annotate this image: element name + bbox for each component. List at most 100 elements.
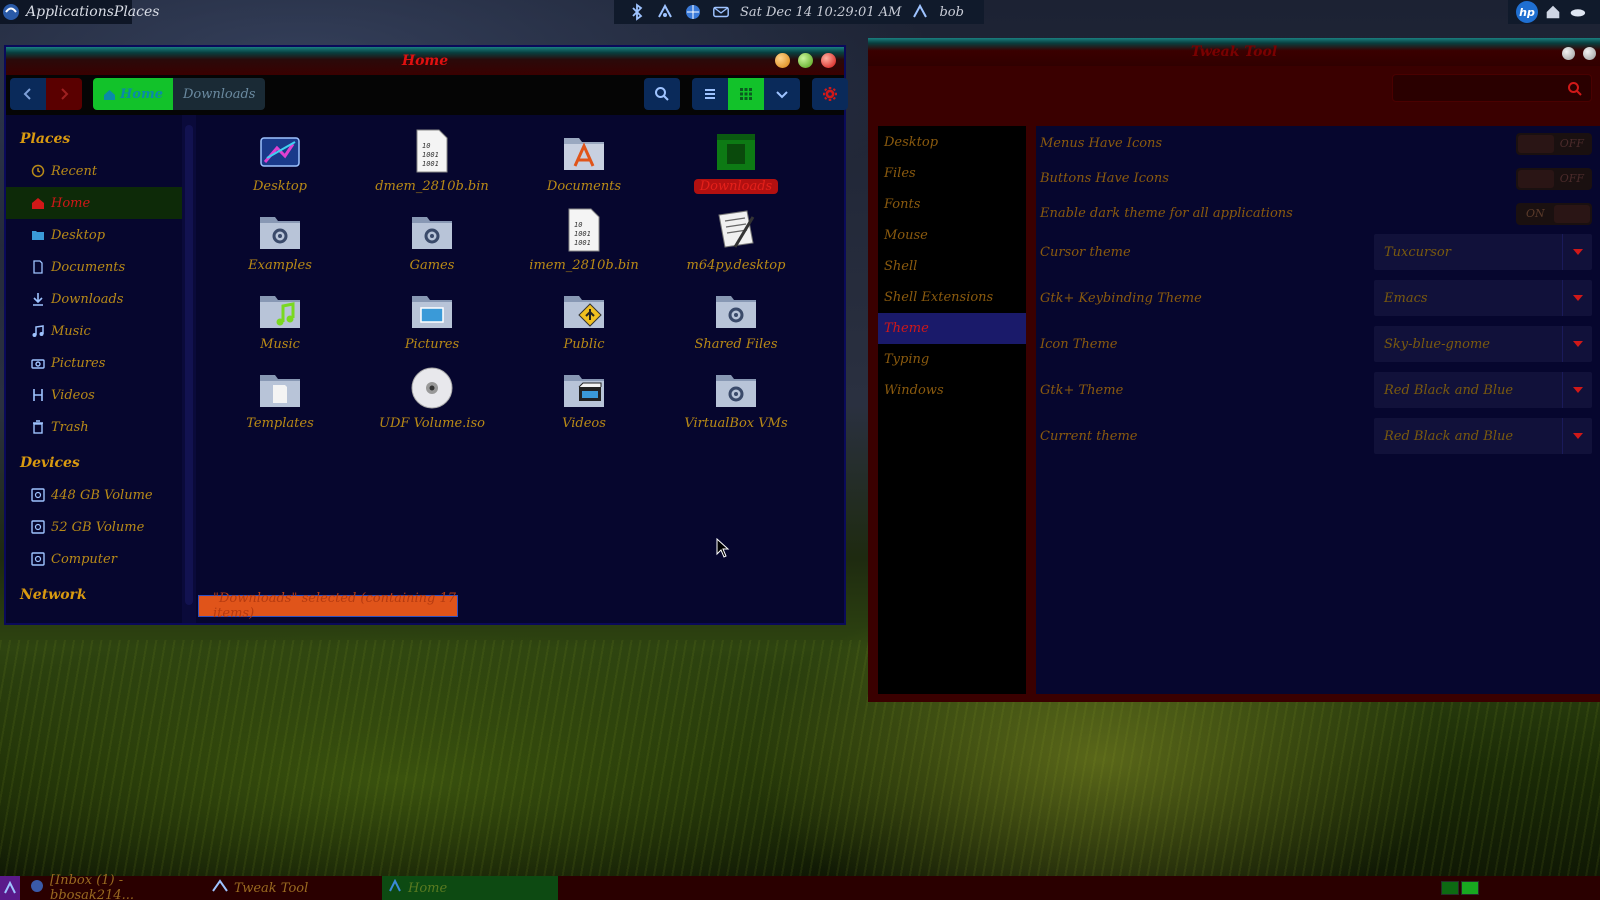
forward-button[interactable] <box>46 78 82 110</box>
tweak-nav-item-shell[interactable]: Shell <box>878 251 1026 282</box>
tweak-tool-titlebar[interactable]: Tweak Tool <box>868 38 1600 66</box>
tweak-nav-item-windows[interactable]: Windows <box>878 375 1026 406</box>
theme-dropdown[interactable]: Sky-blue-gnome <box>1374 326 1592 362</box>
path-button-downloads[interactable]: Downloads <box>172 78 266 110</box>
sidebar-item-volume-52[interactable]: 52 GB Volume <box>6 511 182 543</box>
file-item[interactable]: m64py.desktop <box>666 204 806 282</box>
applications-places-menu[interactable]: ApplicationsPlaces <box>0 0 159 24</box>
hp-logo-icon[interactable]: hp <box>1516 1 1538 23</box>
show-desktop-button[interactable] <box>0 876 20 900</box>
applications-places-label[interactable]: ApplicationsPlaces <box>26 4 159 20</box>
grid-view-button[interactable] <box>728 78 764 110</box>
sidebar-item-pictures[interactable]: Pictures <box>6 347 182 379</box>
file-item-label: Shared Files <box>694 337 778 352</box>
network-heading: Network <box>20 587 87 603</box>
sidebar-item-downloads[interactable]: Downloads <box>6 283 182 315</box>
messaging-icon[interactable] <box>712 3 730 21</box>
file-item[interactable]: Downloads <box>666 125 806 203</box>
task-label: Home <box>408 880 448 896</box>
tweak-search-input[interactable] <box>1392 74 1592 102</box>
theme-dropdown[interactable]: Emacs <box>1374 280 1592 316</box>
minimize-button[interactable] <box>775 53 790 68</box>
close-button[interactable] <box>821 53 836 68</box>
file-item[interactable]: 10 1001 1001 dmem_2810b.bin <box>362 125 502 203</box>
workspace-switcher[interactable] <box>1441 881 1481 895</box>
setting-label: Menus Have Icons <box>1040 136 1163 151</box>
tweak-close-button[interactable] <box>1583 47 1596 60</box>
bluetooth-icon[interactable] <box>628 3 646 21</box>
globe-icon[interactable] <box>684 3 702 21</box>
list-view-button[interactable] <box>692 78 728 110</box>
home-network-icon[interactable] <box>1544 3 1562 21</box>
tweak-nav-item-typing[interactable]: Typing <box>878 344 1026 375</box>
file-manager-toolbar: Home Downloads <box>6 75 848 115</box>
user-name[interactable]: bob <box>939 5 963 20</box>
workspace-2[interactable] <box>1461 881 1479 895</box>
network-icon[interactable] <box>656 3 674 21</box>
file-item-label: Downloads <box>693 179 779 194</box>
tweak-nav-item-mouse[interactable]: Mouse <box>878 220 1026 251</box>
toggle-switch[interactable]: OFF <box>1516 132 1592 155</box>
search-button[interactable] <box>644 78 680 110</box>
sidebar-scroll-thumb[interactable] <box>185 125 193 605</box>
task-home[interactable]: Home <box>382 876 558 900</box>
back-button[interactable] <box>10 78 46 110</box>
tweak-nav-item-theme[interactable]: Theme <box>878 313 1026 344</box>
clock-icon <box>30 164 45 179</box>
theme-dropdown[interactable]: Tuxcursor <box>1374 234 1592 270</box>
tweak-nav-item-desktop[interactable]: Desktop <box>878 127 1026 158</box>
sidebar-item-desktop[interactable]: Desktop <box>6 219 182 251</box>
sidebar-item-music[interactable]: Music <box>6 315 182 347</box>
sidebar-item-home[interactable]: Home <box>6 187 182 219</box>
chevron-left-icon <box>23 88 31 100</box>
file-item-label: imem_2810b.bin <box>529 258 639 273</box>
tweak-nav-item-files[interactable]: Files <box>878 158 1026 189</box>
file-item[interactable]: VirtualBox VMs <box>666 362 806 440</box>
path-button-home[interactable]: Home <box>93 78 173 110</box>
task-inbox[interactable]: [Inbox (1) - bbosak214... <box>24 873 206 900</box>
file-item[interactable]: Music <box>210 283 350 361</box>
tweak-minimize-button[interactable] <box>1562 47 1575 60</box>
sidebar-item-recent[interactable]: Recent <box>6 155 182 187</box>
sidebar-item-volume-448[interactable]: 448 GB Volume <box>6 479 182 511</box>
sidebar-item-label: Trash <box>51 419 89 435</box>
toggle-switch[interactable]: ON <box>1516 202 1592 225</box>
theme-dropdown[interactable]: Red Black and Blue <box>1374 418 1592 454</box>
tweak-nav-item-shell-extensions[interactable]: Shell Extensions <box>878 282 1026 313</box>
file-item[interactable]: Games <box>362 204 502 282</box>
path-downloads-label: Downloads <box>182 86 256 102</box>
sidebar-item-computer[interactable]: Computer <box>6 543 182 575</box>
file-manager-titlebar[interactable]: Home <box>6 47 844 75</box>
sidebar-item-label: Home <box>51 195 91 211</box>
file-item[interactable]: Public <box>514 283 654 361</box>
icon-view: Desktop 10 1001 1001 dmem_2810b.bin Documents… <box>196 115 844 623</box>
sidebar-item-videos[interactable]: Videos <box>6 379 182 411</box>
file-item[interactable]: Documents <box>514 125 654 203</box>
task-label: [Inbox (1) - bbosak214... <box>50 873 134 900</box>
toggle-switch[interactable]: OFF <box>1516 167 1592 190</box>
toggle-state-label: OFF <box>1559 137 1584 150</box>
workspace-1[interactable] <box>1441 881 1459 895</box>
tweak-nav-item-fonts[interactable]: Fonts <box>878 189 1026 220</box>
task-tweak-tool[interactable]: Tweak Tool <box>206 876 382 900</box>
file-item[interactable]: Shared Files <box>666 283 806 361</box>
weather-icon[interactable] <box>1568 3 1586 21</box>
sidebar-item-label: Downloads <box>51 291 124 307</box>
file-item[interactable]: Pictures <box>362 283 502 361</box>
clock[interactable]: Sat Dec 14 10:29:01 AM <box>740 5 901 20</box>
sidebar-item-label: 448 GB Volume <box>51 487 153 503</box>
file-item[interactable]: Templates <box>210 362 350 440</box>
sidebar-scrollbar[interactable] <box>182 115 196 623</box>
view-options-button[interactable] <box>764 78 800 110</box>
file-item[interactable]: Videos <box>514 362 654 440</box>
menu-button[interactable] <box>812 78 848 110</box>
sidebar-item-label: Computer <box>51 551 117 567</box>
sidebar-item-documents[interactable]: Documents <box>6 251 182 283</box>
file-item[interactable]: 10 1001 1001 imem_2810b.bin <box>514 204 654 282</box>
file-item[interactable]: UDF Volume.iso <box>362 362 502 440</box>
sidebar-item-trash[interactable]: Trash <box>6 411 182 443</box>
file-item[interactable]: Examples <box>210 204 350 282</box>
maximize-button[interactable] <box>798 53 813 68</box>
theme-dropdown[interactable]: Red Black and Blue <box>1374 372 1592 408</box>
file-item[interactable]: Desktop <box>210 125 350 203</box>
